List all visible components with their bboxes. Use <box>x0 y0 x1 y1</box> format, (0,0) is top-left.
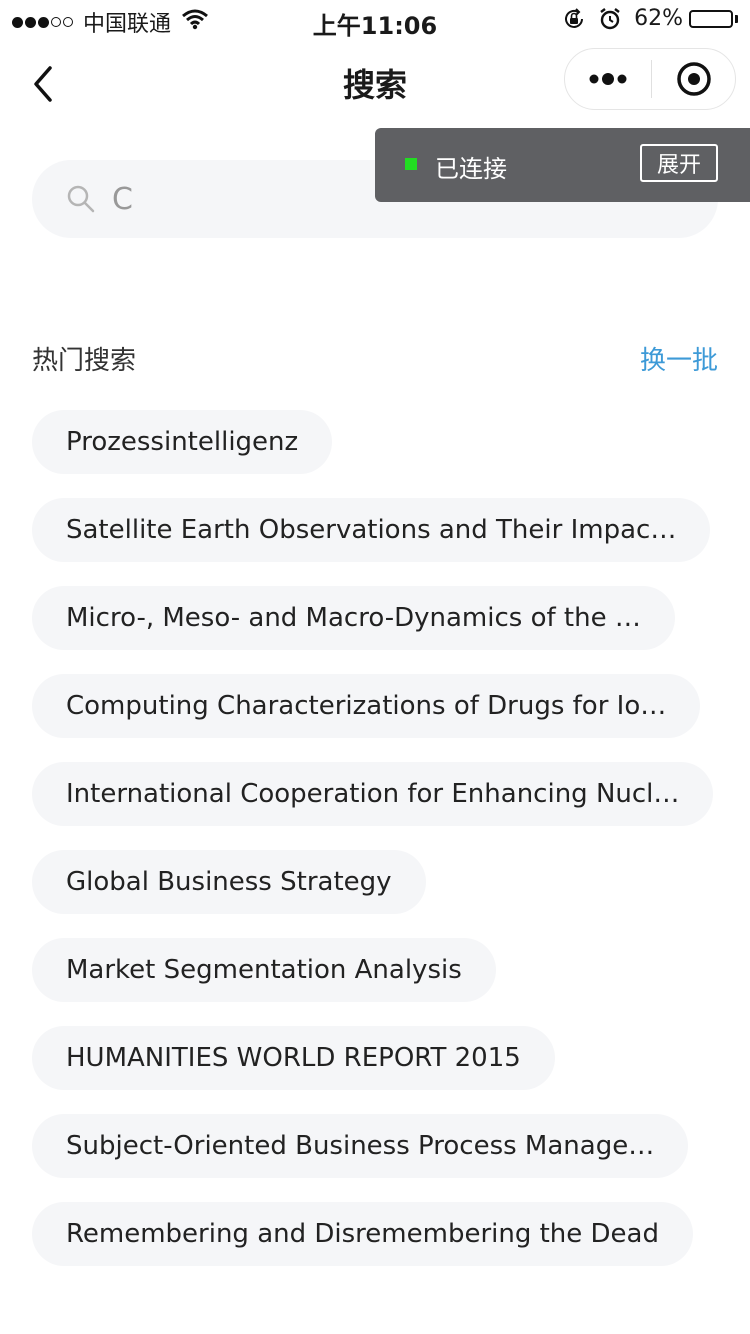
hot-search-title: 热门搜索 <box>32 346 137 376</box>
navigation-bar: 搜索 <box>0 40 750 128</box>
more-icon <box>589 73 627 85</box>
connection-toast: 已连接 展开 <box>375 128 750 202</box>
hot-search-tag[interactable]: Subject-Oriented Business Process Manage… <box>32 1114 689 1178</box>
hot-search-tag[interactable]: HUMANITIES WORLD REPORT 2015 <box>32 1026 555 1090</box>
hot-search-tag[interactable]: Prozessintelligenz <box>32 410 333 474</box>
status-right: 62% <box>562 6 738 31</box>
battery-percent: 62% <box>634 6 683 31</box>
search-icon <box>66 184 96 214</box>
rotation-lock-icon <box>562 7 586 31</box>
hot-search-tag[interactable]: Global Business Strategy <box>32 850 426 914</box>
expand-button[interactable]: 展开 <box>640 144 718 182</box>
hot-search-tag[interactable]: Micro-, Meso- and Macro-Dynamics of the … <box>32 586 675 650</box>
status-bar: 中国联通 上午11:06 62% <box>0 0 750 40</box>
connection-status-text: 已连接 <box>435 155 507 183</box>
hot-search-tag[interactable]: International Cooperation for Enhancing … <box>32 762 714 826</box>
mini-program-capsule <box>564 48 736 110</box>
hot-search-tag[interactable]: Remembering and Disremembering the Dead <box>32 1202 693 1266</box>
battery-icon <box>689 9 738 28</box>
close-mini-program-button[interactable] <box>652 49 735 109</box>
connection-status-indicator <box>405 158 417 170</box>
hot-search-tag[interactable]: Market Segmentation Analysis <box>32 938 496 1002</box>
refresh-batch-button[interactable]: 换一批 <box>640 340 718 377</box>
hot-search-header: 热门搜索 换一批 <box>32 340 718 380</box>
close-mini-program-icon <box>676 62 711 96</box>
hot-search-tag[interactable]: Satellite Earth Observations and Their I… <box>32 498 711 562</box>
hot-search-list: Prozessintelligenz Satellite Earth Obser… <box>32 410 718 1290</box>
hot-search-tag[interactable]: Computing Characterizations of Drugs for… <box>32 674 701 738</box>
more-button[interactable] <box>565 49 651 109</box>
alarm-icon <box>598 7 622 31</box>
